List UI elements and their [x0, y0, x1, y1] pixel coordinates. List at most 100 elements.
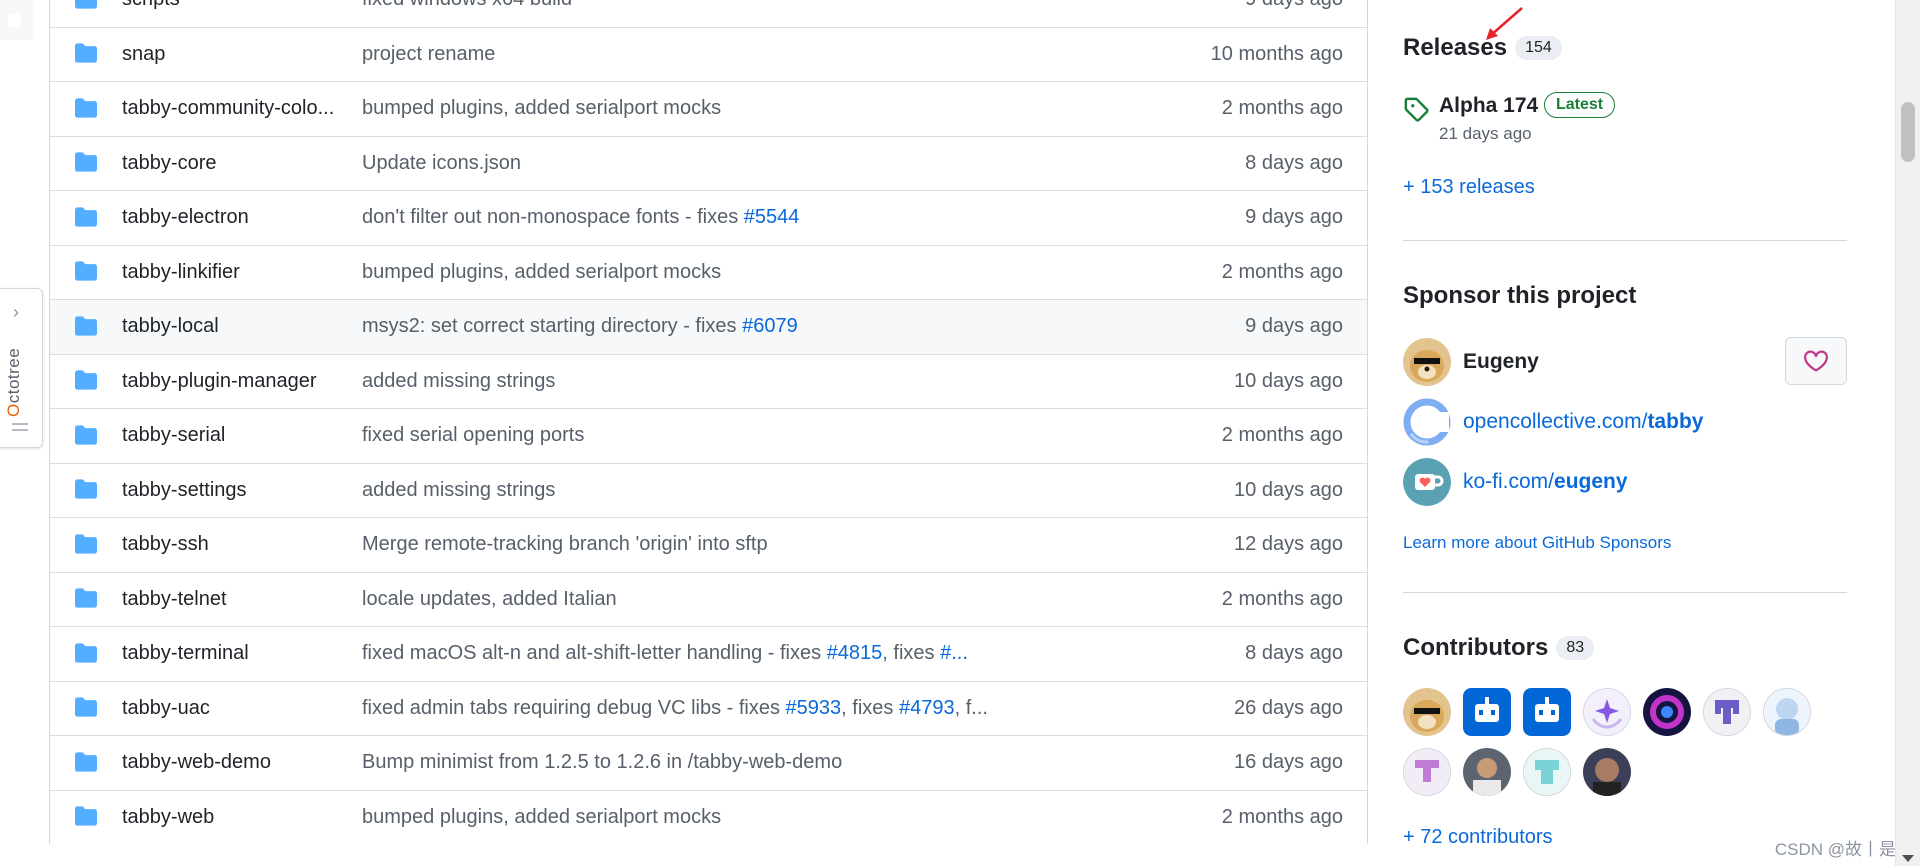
- file-name-link[interactable]: tabby-plugin-manager: [122, 370, 350, 393]
- file-row[interactable]: tabby-serial fixed serial opening ports 2 …: [50, 408, 1367, 463]
- issue-link[interactable]: #5544: [744, 206, 800, 228]
- commit-age: 16 days ago: [1234, 751, 1343, 774]
- commit-message[interactable]: Bump minimist from 1.2.5 to 1.2.6 in /ta…: [362, 751, 1002, 774]
- file-row[interactable]: tabby-core Update icons.json 8 days ago: [50, 135, 1367, 191]
- issue-link[interactable]: #4793: [899, 697, 955, 719]
- commit-message-text: added missing strings: [362, 478, 556, 501]
- file-name-link[interactable]: tabby-serial: [122, 424, 350, 447]
- kofi-link-prefix[interactable]: ko-fi.com/: [1463, 470, 1554, 493]
- commit-message-text: added missing strings: [362, 369, 556, 392]
- commit-message[interactable]: added missing strings: [362, 479, 1002, 502]
- more-releases-link[interactable]: + 153 releases: [1403, 176, 1535, 199]
- contributor-avatar[interactable]: [1763, 688, 1811, 736]
- file-name-link[interactable]: tabby-ssh: [122, 533, 350, 556]
- issue-link[interactable]: #6079: [742, 315, 798, 337]
- file-row[interactable]: tabby-uac fixed admin tabs requiring debu…: [50, 680, 1367, 736]
- commit-message[interactable]: Merge remote-tracking branch 'origin' in…: [362, 533, 1002, 556]
- contributor-avatar[interactable]: [1643, 688, 1691, 736]
- commit-message-text: project rename: [362, 42, 496, 65]
- issue-link[interactable]: #5933: [786, 697, 842, 719]
- commit-message[interactable]: locale updates, added Italian: [362, 588, 1002, 611]
- commit-message-text: Merge remote-tracking branch 'origin' in…: [362, 533, 768, 556]
- file-row[interactable]: tabby-local msys2: set correct starting d…: [50, 299, 1367, 354]
- commit-message[interactable]: project rename: [362, 43, 1002, 66]
- file-row[interactable]: tabby-ssh Merge remote-tracking branch 'o…: [50, 517, 1367, 572]
- sponsor-username[interactable]: Eugeny: [1463, 350, 1539, 374]
- commit-message-text: , f...: [954, 696, 988, 719]
- file-row[interactable]: scripts fixed windows x64 build 9 days ago: [50, 0, 1367, 27]
- file-name-link[interactable]: snap: [122, 43, 350, 66]
- commit-message-text: fixed admin tabs requiring debug VC libs…: [362, 696, 786, 719]
- sponsor-kofi[interactable]: ko-fi.com/eugeny: [1403, 457, 1847, 507]
- extension-corner-widget[interactable]: [0, 0, 33, 40]
- contributor-avatar[interactable]: [1523, 748, 1571, 796]
- file-name-link[interactable]: tabby-electron: [122, 206, 350, 229]
- commit-message[interactable]: bumped plugins, added serialport mocks: [362, 97, 1002, 120]
- opencollective-link-user[interactable]: tabby: [1647, 410, 1703, 433]
- commit-message[interactable]: fixed macOS alt-n and alt-shift-letter h…: [362, 642, 1002, 665]
- file-row[interactable]: tabby-electron don't filter out non-monos…: [50, 190, 1367, 245]
- file-row[interactable]: tabby-linkifier bumped plugins, added ser…: [50, 244, 1367, 300]
- contributor-avatar[interactable]: [1583, 688, 1631, 736]
- commit-message[interactable]: fixed windows x64 build: [362, 0, 1002, 11]
- release-name[interactable]: Alpha 174: [1439, 94, 1538, 118]
- sponsor-user[interactable]: Eugeny: [1403, 337, 1847, 387]
- contributor-avatar[interactable]: [1403, 688, 1451, 736]
- commit-message[interactable]: bumped plugins, added serialport mocks: [362, 806, 1002, 829]
- contributor-avatar[interactable]: [1703, 688, 1751, 736]
- opencollective-link-prefix[interactable]: opencollective.com/: [1463, 410, 1647, 433]
- file-name-link[interactable]: tabby-settings: [122, 479, 350, 502]
- learn-more-sponsors-link[interactable]: Learn more about GitHub Sponsors: [1403, 533, 1671, 553]
- issue-link[interactable]: #...: [940, 642, 968, 664]
- commit-message[interactable]: fixed admin tabs requiring debug VC libs…: [362, 697, 1002, 720]
- file-row[interactable]: snap project rename 10 months ago: [50, 26, 1367, 82]
- commit-message[interactable]: added missing strings: [362, 370, 1002, 393]
- commit-message[interactable]: Update icons.json: [362, 152, 1002, 175]
- folder-icon: [75, 152, 97, 172]
- commit-message[interactable]: bumped plugins, added serialport mocks: [362, 261, 1002, 284]
- contributor-avatar[interactable]: [1463, 748, 1511, 796]
- contributors-heading[interactable]: Contributors: [1403, 634, 1548, 662]
- octotree-toggle[interactable]: › Octotree: [0, 288, 43, 448]
- issue-link[interactable]: #4815: [827, 642, 883, 664]
- contributor-avatar[interactable]: [1463, 688, 1511, 736]
- folder-icon: [75, 207, 97, 227]
- contributor-avatar[interactable]: [1523, 688, 1571, 736]
- commit-message[interactable]: msys2: set correct starting directory - …: [362, 315, 1002, 338]
- avatar-eugeny[interactable]: [1403, 338, 1451, 386]
- drag-handle-icon[interactable]: [12, 423, 28, 435]
- file-name-link[interactable]: tabby-web: [122, 806, 350, 829]
- file-row[interactable]: tabby-settings added missing strings 10 da…: [50, 462, 1367, 518]
- kofi-link-user[interactable]: eugeny: [1554, 470, 1628, 493]
- page-scrollbar[interactable]: [1895, 0, 1920, 866]
- more-contributors-link[interactable]: + 72 contributors: [1403, 826, 1553, 849]
- file-row[interactable]: tabby-terminal fixed macOS alt-n and alt-…: [50, 626, 1367, 681]
- folder-icon: [75, 370, 97, 390]
- sponsor-button[interactable]: [1785, 337, 1847, 385]
- latest-release[interactable]: Alpha 174 Latest 21 days ago: [1403, 92, 1847, 148]
- commit-message-text: fixed windows x64 build: [362, 0, 572, 10]
- file-row[interactable]: tabby-plugin-manager added missing string…: [50, 353, 1367, 409]
- file-name-link[interactable]: tabby-terminal: [122, 642, 350, 665]
- file-row[interactable]: tabby-community-colo... bumped plugins, a…: [50, 81, 1367, 136]
- scroll-down-arrow-icon[interactable]: [1902, 855, 1914, 862]
- file-name-link[interactable]: tabby-local: [122, 315, 350, 338]
- commit-age: 8 days ago: [1245, 151, 1343, 174]
- commit-message[interactable]: fixed serial opening ports: [362, 424, 1002, 447]
- file-row[interactable]: tabby-web-demo Bump minimist from 1.2.5 t…: [50, 735, 1367, 790]
- file-row[interactable]: tabby-telnet locale updates, added Italia…: [50, 571, 1367, 627]
- file-name-link[interactable]: tabby-linkifier: [122, 261, 350, 284]
- file-name-link[interactable]: tabby-core: [122, 152, 350, 175]
- file-name-link[interactable]: scripts: [122, 0, 350, 11]
- folder-icon: [75, 425, 97, 445]
- sponsor-opencollective[interactable]: opencollective.com/tabby: [1403, 397, 1847, 447]
- file-name-link[interactable]: tabby-uac: [122, 697, 350, 720]
- commit-message[interactable]: don't filter out non-monospace fonts - f…: [362, 206, 1002, 229]
- file-name-link[interactable]: tabby-telnet: [122, 588, 350, 611]
- scrollbar-thumb[interactable]: [1901, 102, 1915, 162]
- file-name-link[interactable]: tabby-community-colo...: [122, 97, 350, 120]
- file-row[interactable]: tabby-web bumped plugins, added serialpor…: [50, 789, 1367, 845]
- contributor-avatar[interactable]: [1403, 748, 1451, 796]
- contributor-avatar[interactable]: [1583, 748, 1631, 796]
- file-name-link[interactable]: tabby-web-demo: [122, 751, 350, 774]
